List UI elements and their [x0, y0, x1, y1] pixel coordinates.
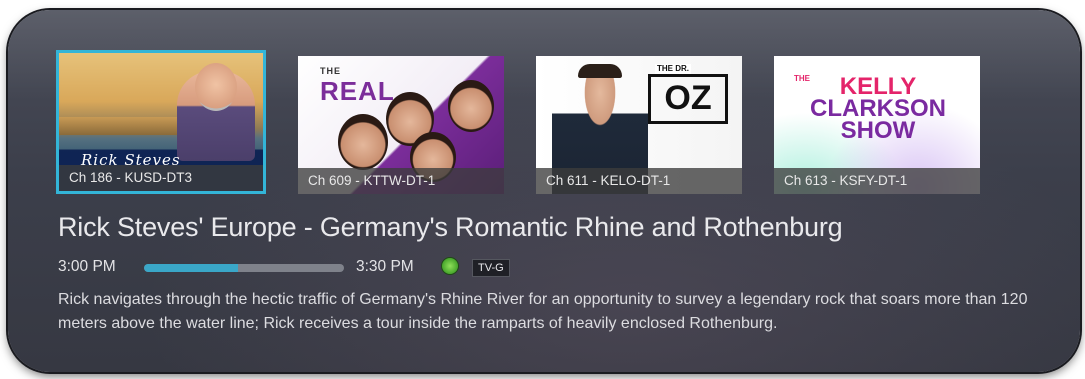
thumbnail-logo-text: THE KELLY CLARKSON SHOW	[794, 73, 946, 144]
progress-bar-fill	[144, 264, 238, 272]
channel-caption: Ch 611 - KELO-DT-1	[536, 168, 742, 194]
thumbnail-logo-text: THE REAL	[320, 66, 395, 106]
start-time: 3:00 PM	[58, 258, 116, 275]
end-time: 3:30 PM	[356, 258, 414, 275]
channel-carousel: Rick Steves Ch 186 - KUSD-DT3 THE REAL Ch…	[56, 50, 996, 200]
program-description: Rick navigates through the hectic traffi…	[58, 291, 1028, 332]
channel-caption: Ch 609 - KTTW-DT-1	[298, 168, 504, 194]
channel-caption: Ch 186 - KUSD-DT3	[59, 165, 263, 191]
channel-tile-ksfy[interactable]: THE KELLY CLARKSON SHOW Ch 613 - KSFY-DT…	[774, 56, 980, 194]
channel-tile-kttw[interactable]: THE REAL Ch 609 - KTTW-DT-1	[298, 56, 504, 194]
progress-bar	[144, 264, 344, 272]
program-title: Rick Steves' Europe - Germany's Romantic…	[58, 212, 843, 242]
green-circle-icon	[442, 258, 458, 274]
program-info-panel: Rick Steves Ch 186 - KUSD-DT3 THE REAL Ch…	[8, 10, 1080, 372]
thumbnail-logo-text: THE DR. OZ	[648, 64, 728, 124]
channel-tile-kelo[interactable]: THE DR. OZ Ch 611 - KELO-DT-1	[536, 56, 742, 194]
rating-badge: TV-G	[472, 259, 510, 277]
channel-tile-kusd[interactable]: Rick Steves Ch 186 - KUSD-DT3	[56, 50, 266, 194]
channel-caption: Ch 613 - KSFY-DT-1	[774, 168, 980, 194]
